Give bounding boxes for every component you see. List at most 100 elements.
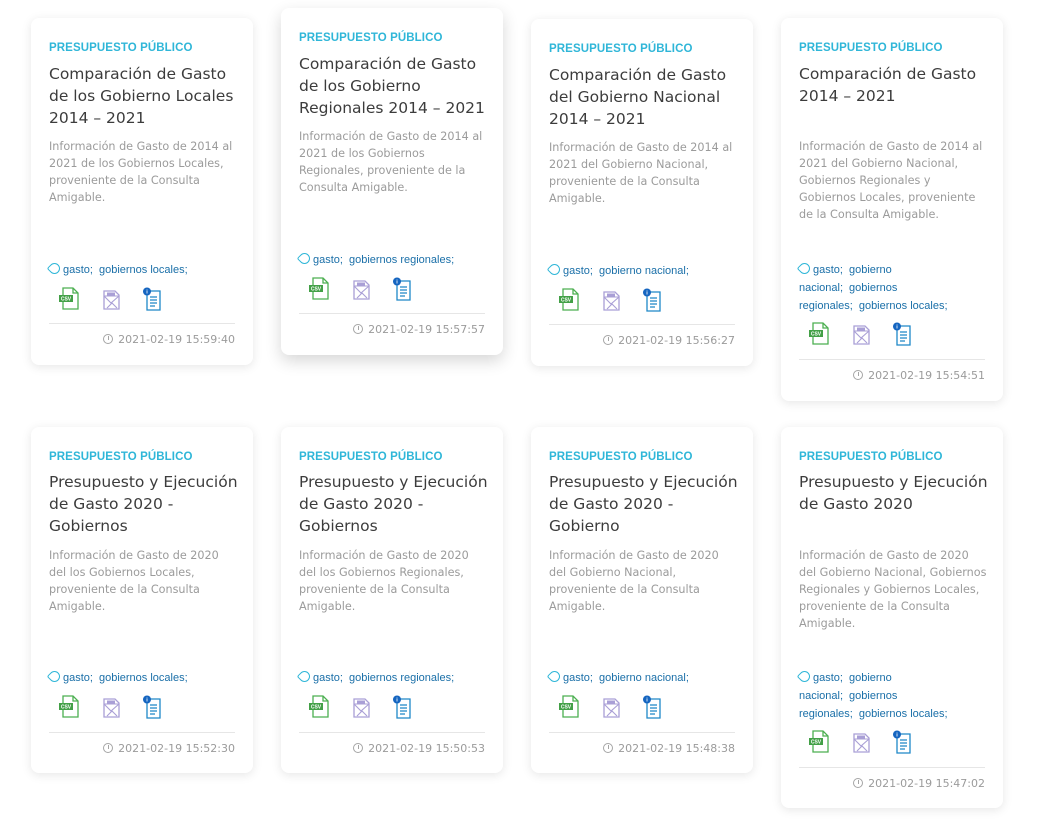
resource-list: CSV i [557,695,665,719]
pdf-file-icon[interactable] [99,287,123,311]
dataset-card[interactable]: PRESUPUESTO PÚBLICO Presupuesto y Ejecuc… [781,427,1003,808]
tag-icon [546,668,563,685]
csv-file-icon[interactable]: CSV [307,695,331,719]
category-label[interactable]: PRESUPUESTO PÚBLICO [299,451,443,463]
card-footer: 2021-02-19 15:52:30 [49,732,235,755]
tag-link[interactable]: gasto; [813,672,843,684]
tag-list: gasto; gobiernos locales; [46,668,239,687]
category-label[interactable]: PRESUPUESTO PÚBLICO [299,32,443,44]
tag-icon [46,668,63,685]
tag-link[interactable]: gobierno nacional; [599,672,689,684]
dataset-card[interactable]: PRESUPUESTO PÚBLICO Comparación de Gasto… [531,19,753,366]
category-label[interactable]: PRESUPUESTO PÚBLICO [549,451,693,463]
tag-link[interactable]: gobiernos locales; [859,708,948,720]
category-label[interactable]: PRESUPUESTO PÚBLICO [799,451,943,463]
csv-file-icon[interactable]: CSV [57,287,81,311]
dataset-description: Información de Gasto de 2014 al 2021 de … [49,140,233,204]
tag-link[interactable]: gasto; [813,264,843,276]
pdf-file-icon[interactable] [849,730,873,754]
pdf-file-icon[interactable] [349,695,373,719]
svg-text:CSV: CSV [61,705,72,711]
tag-link[interactable]: gobierno nacional; [599,265,689,277]
modified-date: 2021-02-19 15:56:27 [618,334,735,347]
csv-file-icon[interactable]: CSV [557,288,581,312]
svg-text:CSV: CSV [561,298,572,304]
card-footer: 2021-02-19 15:47:02 [799,767,985,790]
modified-date: 2021-02-19 15:54:51 [868,369,985,382]
tag-link[interactable]: gasto; [563,672,593,684]
dataset-card[interactable]: PRESUPUESTO PÚBLICO Comparación de Gasto… [281,8,503,355]
dataset-title[interactable]: Comparación de Gasto 2014 – 2021 [799,63,989,107]
info-document-icon[interactable]: i [641,695,665,719]
tag-link[interactable]: gasto; [313,254,343,266]
dataset-card[interactable]: PRESUPUESTO PÚBLICO Presupuesto y Ejecuc… [531,427,753,773]
dataset-card[interactable]: PRESUPUESTO PÚBLICO Comparación de Gasto… [781,18,1003,401]
csv-file-icon[interactable]: CSV [307,277,331,301]
pdf-file-icon[interactable] [99,695,123,719]
resource-list: CSV i [307,277,415,301]
dataset-title[interactable]: Presupuesto y Ejecución de Gasto 2020 - … [49,471,239,537]
dataset-title[interactable]: Comparación de Gasto de los Gobierno Reg… [299,53,489,119]
info-document-icon[interactable]: i [641,288,665,312]
tag-link[interactable]: gobiernos regionales; [349,672,454,684]
csv-file-icon[interactable]: CSV [57,695,81,719]
info-document-icon[interactable]: i [891,322,915,346]
category-label[interactable]: PRESUPUESTO PÚBLICO [49,42,193,54]
csv-file-icon[interactable]: CSV [557,695,581,719]
csv-file-icon[interactable]: CSV [807,322,831,346]
pdf-file-icon[interactable] [599,695,623,719]
category-label[interactable]: PRESUPUESTO PÚBLICO [49,451,193,463]
resource-list: CSV i [57,695,165,719]
resource-list: CSV i [557,288,665,312]
dataset-card[interactable]: PRESUPUESTO PÚBLICO Presupuesto y Ejecuc… [31,427,253,773]
dataset-description: Información de Gasto de 2020 del los Gob… [299,549,469,613]
category-label[interactable]: PRESUPUESTO PÚBLICO [799,42,943,54]
resource-list: CSV i [307,695,415,719]
modified-date: 2021-02-19 15:52:30 [118,742,235,755]
dataset-description: Información de Gasto de 2014 al 2021 del… [549,141,733,205]
pdf-file-icon[interactable] [599,288,623,312]
dataset-title[interactable]: Presupuesto y Ejecución de Gasto 2020 [799,471,989,515]
tag-link[interactable]: gasto; [313,672,343,684]
clock-icon [353,324,364,334]
card-footer: 2021-02-19 15:56:27 [549,324,735,347]
modified-date: 2021-02-19 15:48:38 [618,742,735,755]
dataset-description: Información de Gasto de 2020 del Gobiern… [549,549,719,613]
tag-link[interactable]: gasto; [563,265,593,277]
dataset-title[interactable]: Presupuesto y Ejecución de Gasto 2020 - … [549,471,739,537]
dataset-title[interactable]: Comparación de Gasto del Gobierno Nacion… [549,64,739,130]
card-footer: 2021-02-19 15:50:53 [299,732,485,755]
pdf-file-icon[interactable] [849,322,873,346]
resource-list: CSV i [807,730,915,754]
dataset-title[interactable]: Presupuesto y Ejecución de Gasto 2020 - … [299,471,489,537]
tag-link[interactable]: gasto; [63,672,93,684]
dataset-title[interactable]: Comparación de Gasto de los Gobierno Loc… [49,63,239,129]
tag-list: gasto; gobierno nacional; [546,261,739,280]
info-document-icon[interactable]: i [391,695,415,719]
modified-date: 2021-02-19 15:57:57 [368,323,485,336]
tag-list: gasto; gobiernos regionales; [296,250,489,269]
csv-file-icon[interactable]: CSV [807,730,831,754]
tag-icon [46,260,63,277]
info-document-icon[interactable]: i [391,277,415,301]
tag-icon [796,260,813,277]
pdf-file-icon[interactable] [349,277,373,301]
dataset-card[interactable]: PRESUPUESTO PÚBLICO Presupuesto y Ejecuc… [281,427,503,773]
clock-icon [603,743,614,753]
svg-text:CSV: CSV [561,705,572,711]
modified-date: 2021-02-19 15:59:40 [118,333,235,346]
clock-icon [103,334,114,344]
tag-link[interactable]: gobiernos regionales; [349,254,454,266]
tag-link[interactable]: gasto; [63,264,93,276]
svg-text:CSV: CSV [311,705,322,711]
dataset-card[interactable]: PRESUPUESTO PÚBLICO Comparación de Gasto… [31,18,253,365]
clock-icon [853,370,864,380]
info-document-icon[interactable]: i [891,730,915,754]
tag-link[interactable]: gobiernos locales; [859,300,948,312]
tag-icon [796,668,813,685]
tag-link[interactable]: gobiernos locales; [99,672,188,684]
category-label[interactable]: PRESUPUESTO PÚBLICO [549,43,693,55]
info-document-icon[interactable]: i [141,287,165,311]
info-document-icon[interactable]: i [141,695,165,719]
tag-link[interactable]: gobiernos locales; [99,264,188,276]
